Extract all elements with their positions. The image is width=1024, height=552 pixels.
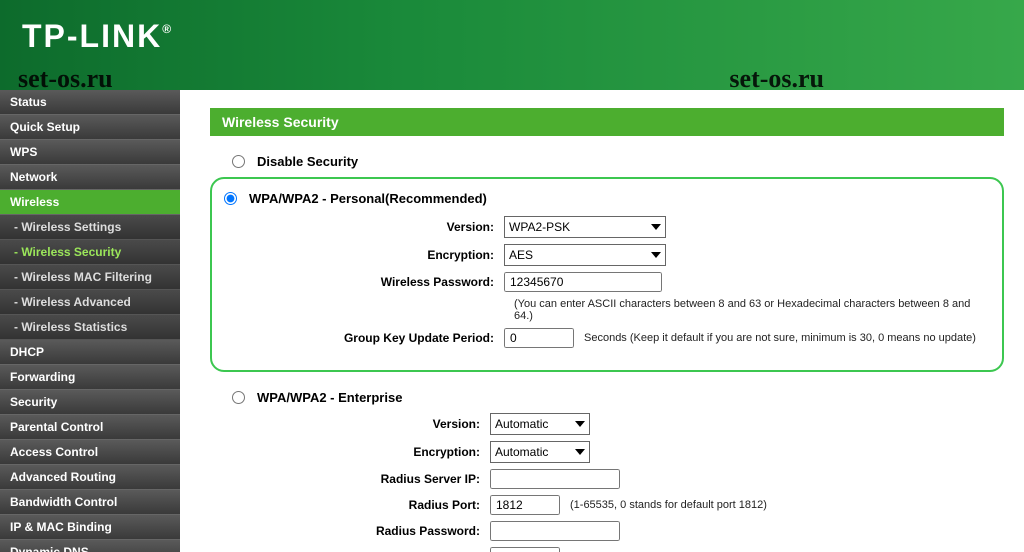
nav-item[interactable]: DHCP	[0, 340, 180, 365]
mode-personal[interactable]: WPA/WPA2 - Personal(Recommended)	[224, 191, 990, 206]
nav-sub-item[interactable]: - Wireless Advanced	[0, 290, 180, 315]
personal-highlight-box: WPA/WPA2 - Personal(Recommended) Version…	[210, 177, 1004, 372]
nav-sub-item[interactable]: - Wireless Statistics	[0, 315, 180, 340]
personal-encryption-select[interactable]: AES	[504, 244, 666, 266]
personal-password-hint: (You can enter ASCII characters between …	[514, 298, 990, 322]
personal-encryption-label: Encryption:	[224, 248, 504, 262]
chevron-down-icon	[651, 252, 661, 258]
chevron-down-icon	[575, 449, 585, 455]
nav-sub-item[interactable]: - Wireless MAC Filtering	[0, 265, 180, 290]
sidebar-nav: StatusQuick SetupWPSNetworkWireless- Wir…	[0, 90, 180, 552]
nav-item[interactable]: IP & MAC Binding	[0, 515, 180, 540]
enterprise-encryption-label: Encryption:	[210, 445, 490, 459]
personal-groupkey-label: Group Key Update Period:	[224, 331, 504, 345]
nav-item[interactable]: WPS	[0, 140, 180, 165]
enterprise-radius-port-input[interactable]	[490, 495, 560, 515]
nav-item[interactable]: Parental Control	[0, 415, 180, 440]
nav-item[interactable]: Network	[0, 165, 180, 190]
chevron-down-icon	[651, 224, 661, 230]
brand-logo: TP-LINK®	[22, 18, 1024, 55]
mode-disable-label: Disable Security	[257, 154, 358, 169]
nav-item[interactable]: Wireless	[0, 190, 180, 215]
nav-item[interactable]: Access Control	[0, 440, 180, 465]
content-area: Wireless Security Disable Security WPA/W…	[180, 90, 1024, 552]
personal-version-label: Version:	[224, 220, 504, 234]
mode-disable-radio[interactable]	[232, 155, 245, 168]
nav-item[interactable]: Dynamic DNS	[0, 540, 180, 552]
mode-enterprise[interactable]: WPA/WPA2 - Enterprise	[232, 390, 1004, 405]
mode-disable-security[interactable]: Disable Security	[232, 154, 1004, 169]
enterprise-version-select[interactable]: Automatic	[490, 413, 590, 435]
mode-personal-radio[interactable]	[224, 192, 237, 205]
nav-item[interactable]: Advanced Routing	[0, 465, 180, 490]
nav-item[interactable]: Quick Setup	[0, 115, 180, 140]
personal-groupkey-hint: Seconds (Keep it default if you are not …	[584, 332, 976, 344]
mode-enterprise-label: WPA/WPA2 - Enterprise	[257, 390, 402, 405]
page-header: TP-LINK® set-os.ru set-os.ru	[0, 0, 1024, 90]
personal-version-select[interactable]: WPA2-PSK	[504, 216, 666, 238]
mode-enterprise-radio[interactable]	[232, 391, 245, 404]
personal-groupkey-input[interactable]	[504, 328, 574, 348]
nav-item[interactable]: Status	[0, 90, 180, 115]
enterprise-version-label: Version:	[210, 417, 490, 431]
enterprise-radius-password-label: Radius Password:	[210, 524, 490, 538]
watermark-right: set-os.ru	[729, 64, 824, 94]
personal-password-label: Wireless Password:	[224, 275, 504, 289]
enterprise-groupkey-input[interactable]	[490, 547, 560, 552]
enterprise-radius-password-input[interactable]	[490, 521, 620, 541]
nav-item[interactable]: Bandwidth Control	[0, 490, 180, 515]
enterprise-radius-port-label: Radius Port:	[210, 498, 490, 512]
personal-password-input[interactable]	[504, 272, 662, 292]
nav-item[interactable]: Security	[0, 390, 180, 415]
enterprise-radius-port-hint: (1-65535, 0 stands for default port 1812…	[570, 499, 767, 511]
enterprise-encryption-select[interactable]: Automatic	[490, 441, 590, 463]
watermark-left: set-os.ru	[18, 64, 113, 94]
nav-item[interactable]: Forwarding	[0, 365, 180, 390]
enterprise-radius-ip-input[interactable]	[490, 469, 620, 489]
nav-sub-item[interactable]: - Wireless Security	[0, 240, 180, 265]
mode-personal-label: WPA/WPA2 - Personal(Recommended)	[249, 191, 487, 206]
enterprise-radius-ip-label: Radius Server IP:	[210, 472, 490, 486]
page-title: Wireless Security	[210, 108, 1004, 136]
nav-sub-item[interactable]: - Wireless Settings	[0, 215, 180, 240]
chevron-down-icon	[575, 421, 585, 427]
